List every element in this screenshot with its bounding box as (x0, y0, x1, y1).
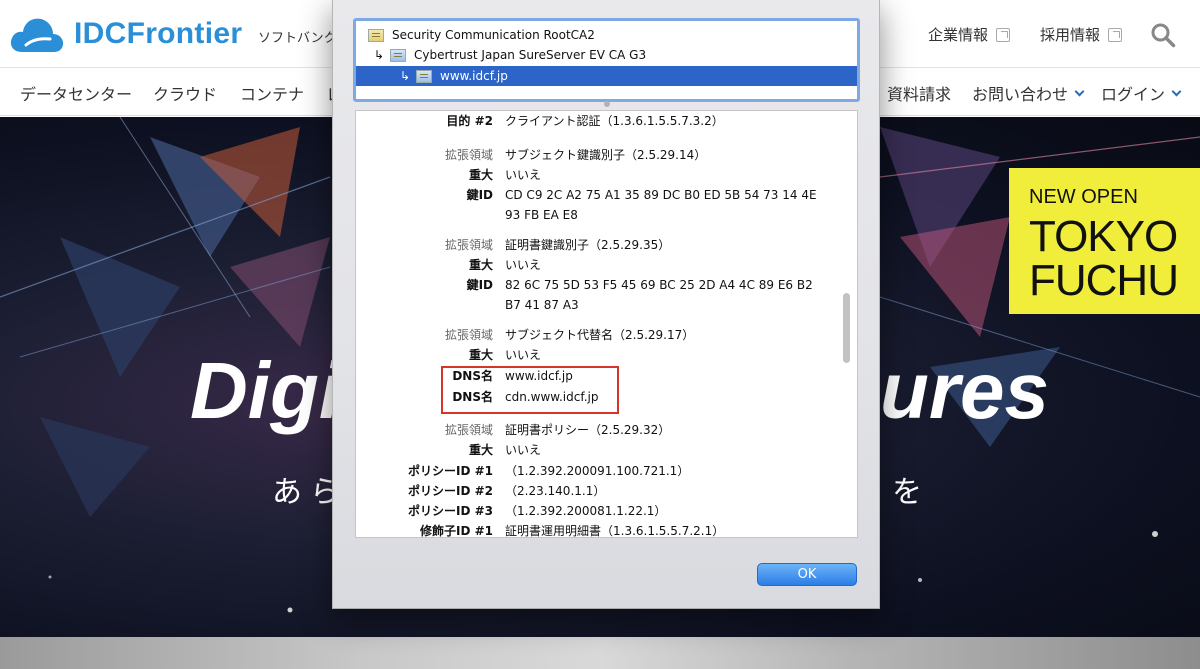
details-scrollbar[interactable] (843, 293, 850, 363)
detail-value: いいえ (505, 443, 542, 457)
corporate-info-label: 企業情報 (928, 26, 989, 44)
site-logo[interactable]: IDCFrontier (8, 12, 242, 56)
detail-value: 証明書運用明細書（1.3.6.1.5.5.7.2.1） (505, 524, 725, 538)
detail-label: 拡張領域 (444, 423, 493, 437)
hero-title-left: Digi (190, 346, 342, 435)
tree-branch-icon: ↳ (399, 69, 411, 83)
detail-value: （1.2.392.200081.1.22.1） (505, 504, 667, 518)
promo-line-1: TOKYO (1029, 212, 1178, 261)
promo-line-2: FUCHU (1029, 256, 1179, 305)
external-link-icon (1108, 27, 1123, 42)
detail-value: CD C9 2C A2 75 A1 35 89 DC B0 ED 5B 54 7… (505, 188, 817, 222)
detail-label: ポリシーID #3 (407, 504, 493, 518)
search-icon[interactable] (1150, 22, 1176, 48)
detail-label: 拡張領域 (444, 148, 493, 162)
nav-item-login[interactable]: ログイン (1101, 81, 1182, 105)
recruit-link[interactable]: 採用情報 (1040, 24, 1123, 45)
detail-label: 重大 (468, 443, 493, 457)
chain-item-intermediate[interactable]: ↳ Cybertrust Japan SureServer EV CA G3 (356, 45, 857, 65)
certificate-icon (368, 28, 384, 42)
detail-label: 重大 (468, 348, 493, 362)
chain-item-label: www.idcf.jp (440, 69, 508, 83)
corporate-info-link[interactable]: 企業情報 (928, 24, 1011, 45)
chain-item-label: Security Communication RootCA2 (392, 28, 595, 42)
dns-highlight-box (441, 366, 619, 414)
bottom-image-strip (0, 637, 1200, 669)
detail-label: ポリシーID #2 (407, 484, 493, 498)
detail-label: 鍵ID (466, 278, 493, 292)
nav-item-contact[interactable]: お問い合わせ (972, 81, 1085, 105)
detail-value: サブジェクト代替名（2.5.29.17） (505, 328, 695, 342)
certificate-dialog: Security Communication RootCA2 ↳ Cybertr… (332, 0, 880, 609)
certificate-icon (416, 69, 432, 83)
detail-label: 鍵ID (466, 188, 493, 202)
detail-value: いいえ (505, 168, 542, 182)
detail-label: 拡張領域 (444, 328, 493, 342)
detail-value: いいえ (505, 258, 542, 272)
detail-label: 目的 #2 (446, 114, 493, 128)
external-link-icon (996, 27, 1011, 42)
detail-label: 修飾子ID #1 (419, 524, 493, 538)
nav-contact-label: お問い合わせ (972, 85, 1069, 104)
hero-title-right: ures (880, 346, 1049, 435)
detail-label: 拡張領域 (444, 238, 493, 252)
detail-label: 重大 (468, 258, 493, 272)
chain-item-root[interactable]: Security Communication RootCA2 (356, 25, 857, 45)
detail-label: ポリシーID #1 (407, 464, 493, 478)
chevron-down-icon (1074, 86, 1085, 96)
chain-item-leaf[interactable]: ↳ www.idcf.jp (356, 66, 857, 86)
chain-item-label: Cybertrust Japan SureServer EV CA G3 (414, 48, 647, 62)
recruit-label: 採用情報 (1040, 26, 1101, 44)
nav-item-datacenter[interactable]: データセンター (20, 81, 132, 105)
logo-text: IDCFrontier (74, 17, 243, 50)
detail-value: 82 6C 75 5D 53 F5 45 69 BC 25 2D A4 4C 8… (505, 278, 813, 312)
detail-value: （1.2.392.200091.100.721.1） (505, 464, 690, 478)
certificate-details-pane[interactable]: 目的 #2 クライアント認証（1.3.6.1.5.5.7.3.2） 拡張領域 サ… (355, 110, 858, 538)
certificate-icon (390, 48, 406, 62)
tagline: ソフトバンク (258, 31, 337, 46)
cloud-logo-icon (10, 18, 64, 52)
detail-value: サブジェクト鍵識別子（2.5.29.14） (505, 148, 707, 162)
pane-splitter-handle[interactable] (604, 101, 610, 107)
detail-value: いいえ (505, 348, 542, 362)
hero-subtitle-right: を (892, 475, 922, 510)
detail-value: 証明書鍵識別子（2.5.29.35） (505, 238, 671, 252)
nav-item-cloud[interactable]: クラウド (153, 81, 217, 105)
nav-item-container[interactable]: コンテナ (240, 81, 304, 105)
detail-label: 重大 (468, 168, 493, 182)
tree-branch-icon: ↳ (373, 48, 385, 62)
certificate-chain-list[interactable]: Security Communication RootCA2 ↳ Cybertr… (353, 18, 860, 102)
ok-button[interactable]: OK (757, 563, 857, 586)
nav-item-documents[interactable]: 資料請求 (887, 81, 951, 105)
detail-value: （2.23.140.1.1） (505, 484, 606, 498)
detail-value: クライアント認証（1.3.6.1.5.5.7.3.2） (505, 114, 724, 128)
nav-login-label: ログイン (1101, 85, 1166, 104)
chevron-down-icon (1171, 86, 1182, 96)
detail-value: 証明書ポリシー（2.5.29.32） (505, 423, 671, 437)
promo-new-open: NEW OPEN (1029, 186, 1138, 208)
tokyo-fuchu-promo-banner[interactable]: NEW OPEN TOKYO FUCHU (1009, 168, 1200, 314)
